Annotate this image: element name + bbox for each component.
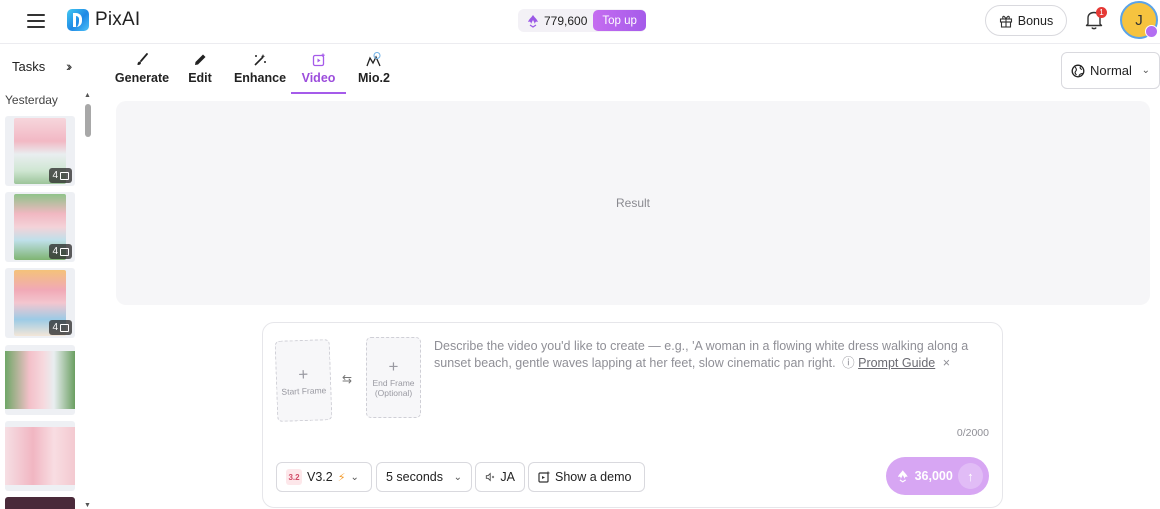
tab-mio[interactable]: Mio.2 [356, 50, 392, 94]
hamburger-menu-icon[interactable] [26, 11, 46, 31]
app-name: PixAI [95, 9, 141, 30]
model-logo-icon: 3.2 [286, 469, 302, 485]
result-area: Result [116, 101, 1150, 305]
task-thumbnail[interactable]: 4 [5, 192, 75, 262]
character-count: 0/2000 [956, 427, 989, 439]
globe-icon [1071, 64, 1085, 77]
bolt-icon: ⚡ [337, 471, 346, 484]
top-up-button[interactable]: Top up [593, 10, 646, 31]
model-label: V3.2 [307, 470, 333, 484]
tab-edit[interactable]: Edit [186, 50, 214, 94]
membership-badge-icon [1145, 25, 1158, 38]
demo-icon [538, 471, 550, 483]
sparkle-wand-icon [252, 50, 268, 70]
show-demo-button[interactable]: Show a demo [528, 462, 645, 492]
bonus-label: Bonus [1017, 13, 1054, 28]
duration-select[interactable]: 5 seconds ⌄ [376, 462, 472, 492]
task-thumbnail[interactable] [5, 421, 75, 491]
video-add-icon [312, 50, 326, 70]
images-icon [60, 171, 69, 180]
images-icon [60, 323, 69, 332]
pixai-logo-icon [67, 9, 89, 31]
prompt-input[interactable]: Describe the video you'd like to create … [434, 338, 986, 372]
group-label-yesterday: Yesterday [5, 93, 58, 107]
arrow-up-icon: ↑ [957, 463, 983, 489]
mode-select-value: Normal [1090, 63, 1132, 78]
task-thumbnail[interactable]: 4 [5, 116, 75, 186]
prompt-guide-link[interactable]: Prompt Guide [858, 356, 935, 370]
generate-button[interactable]: 36,000 ↑ [886, 457, 989, 495]
start-frame-label: Start Frame [281, 384, 327, 397]
tab-generate[interactable]: Generate [111, 50, 173, 94]
start-frame-upload[interactable]: + Start Frame [274, 339, 333, 422]
help-circle-icon: ⓘ [842, 356, 855, 370]
image-count-badge: 4 [49, 320, 72, 335]
double-chevron-right-icon[interactable]: ›› [66, 58, 73, 74]
image-count-badge: 4 [49, 244, 72, 259]
notification-badge: 1 [1096, 7, 1107, 18]
task-thumbnail[interactable] [5, 497, 75, 509]
duration-label: 5 seconds [386, 470, 443, 484]
credits-display: 779,600 Top up [518, 9, 646, 32]
image-count-badge: 4 [49, 168, 72, 183]
plus-icon: + [388, 356, 399, 376]
swap-frames-icon[interactable]: ⇆ [342, 372, 352, 386]
pencil-icon [193, 50, 207, 70]
task-thumbnail[interactable]: 4 [5, 268, 75, 338]
mio-icon [365, 50, 383, 70]
chevron-down-icon: ⌄ [1141, 65, 1150, 76]
credits-icon [528, 14, 538, 28]
audio-language-label: JA [500, 470, 515, 484]
top-bar: PixAI 779,600 Top up Bonus 1 J [0, 0, 1160, 44]
chevron-down-icon: ⌄ [453, 471, 462, 483]
result-placeholder: Result [615, 196, 650, 210]
task-thumbnail[interactable] [5, 345, 75, 415]
close-icon[interactable]: × [943, 356, 950, 370]
user-avatar[interactable]: J [1120, 1, 1158, 39]
generate-cost: 36,000 [914, 469, 953, 483]
show-demo-label: Show a demo [555, 470, 632, 484]
gift-icon [999, 15, 1012, 28]
brush-icon [135, 50, 149, 70]
scroll-down-icon[interactable]: ▼ [84, 502, 91, 509]
scroll-up-icon[interactable]: ▲ [84, 92, 91, 99]
audio-language-button[interactable]: JA [475, 462, 525, 492]
end-frame-upload[interactable]: + End Frame (Optional) [366, 337, 421, 418]
sidebar-scrollbar[interactable]: ▲ ▼ [84, 92, 92, 509]
credits-amount: 779,600 [544, 13, 588, 28]
tasks-label: Tasks [12, 59, 46, 74]
end-frame-label: End Frame (Optional) [372, 377, 415, 398]
prompt-panel: + Start Frame ⇆ + End Frame (Optional) D… [262, 322, 1003, 508]
thumbnail-image [5, 351, 75, 409]
credits-icon [897, 470, 908, 483]
notifications-button[interactable]: 1 [1084, 7, 1107, 33]
images-icon [60, 247, 69, 256]
scrollbar-thumb[interactable] [85, 104, 91, 137]
tab-enhance[interactable]: Enhance [234, 50, 286, 94]
mode-select[interactable]: Normal ⌄ [1061, 52, 1160, 89]
model-select[interactable]: 3.2 V3.2 ⚡ ⌄ [276, 462, 372, 492]
chevron-down-icon: ⌄ [350, 471, 359, 483]
avatar-initial: J [1135, 11, 1143, 29]
plus-icon: + [297, 364, 309, 384]
bonus-button[interactable]: Bonus [985, 5, 1067, 36]
tab-video[interactable]: Video [291, 50, 346, 94]
thumbnail-image [5, 427, 75, 485]
speaker-icon [485, 472, 495, 482]
app-logo[interactable]: PixAI [67, 8, 140, 32]
